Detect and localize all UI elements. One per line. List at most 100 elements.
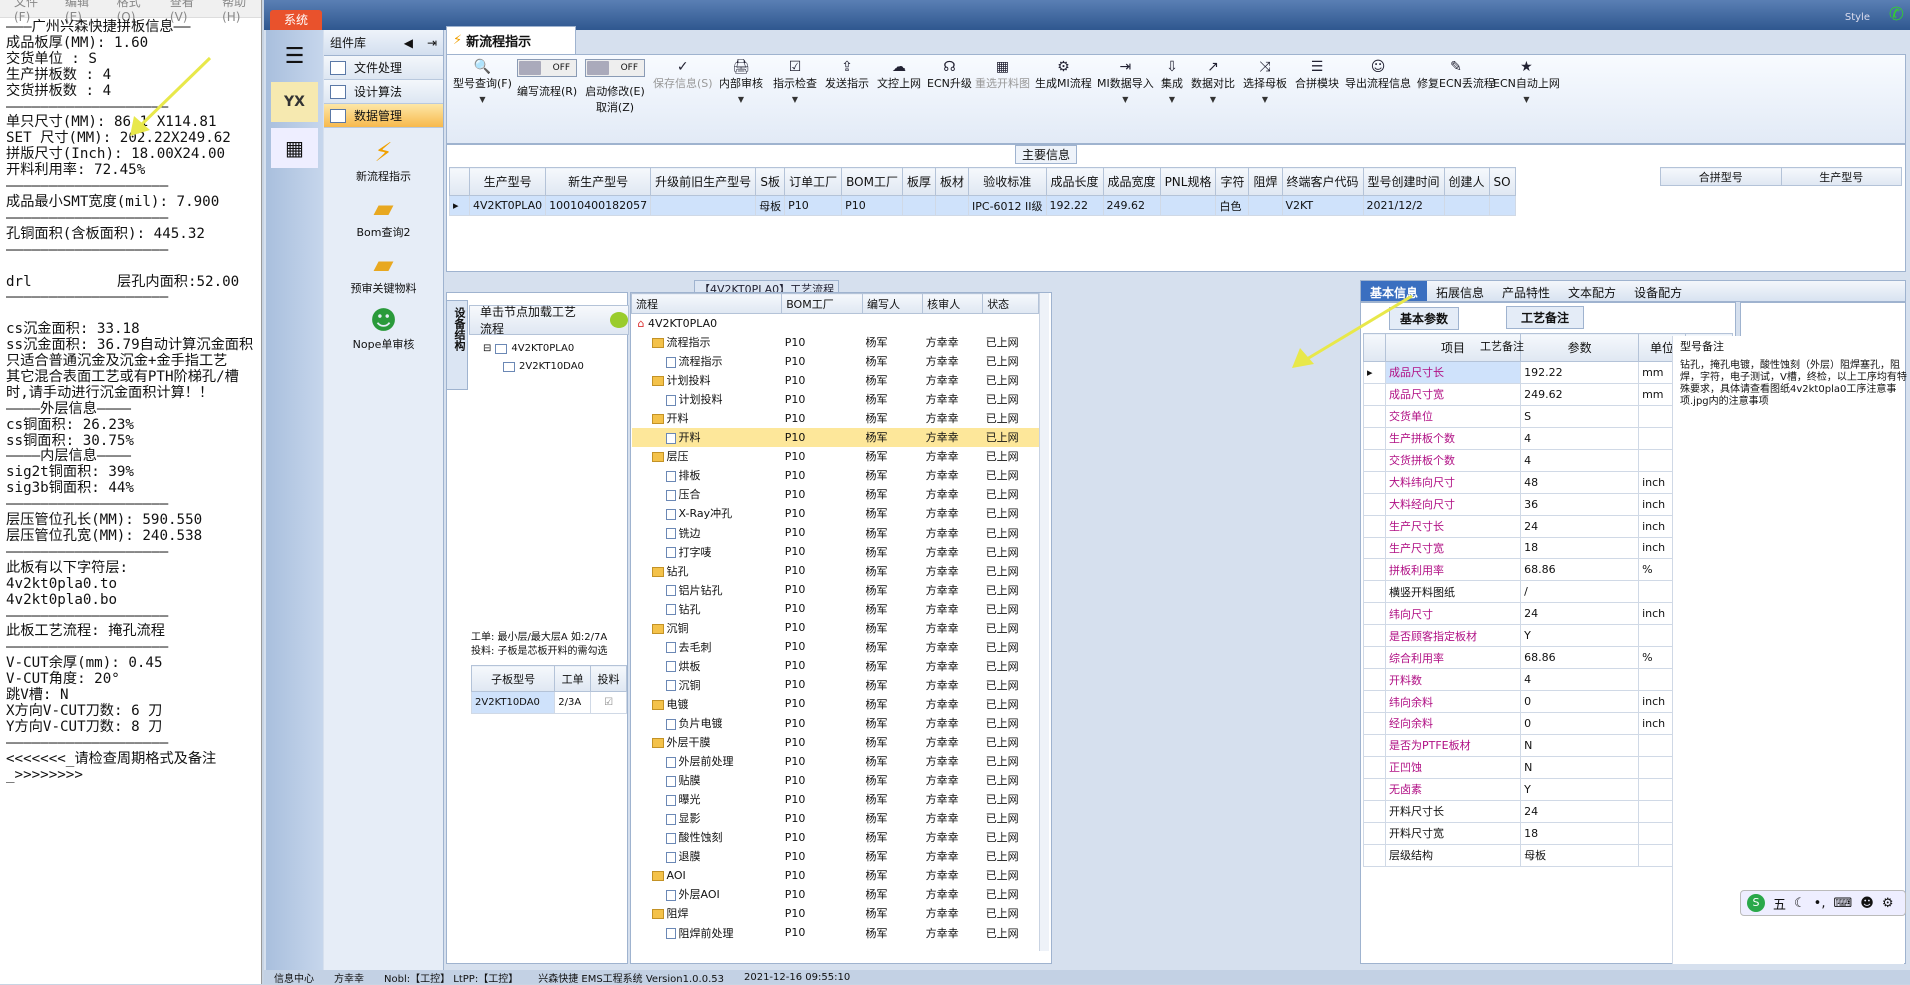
toggle-switch[interactable]: OFF — [517, 59, 578, 77]
col-header[interactable]: 创建人 — [1443, 167, 1490, 196]
menu-help[interactable]: 帮助(H) — [222, 0, 261, 24]
status-info-center[interactable]: 信息中心 — [274, 970, 314, 985]
detail-tab-1[interactable]: 拓展信息 — [1427, 281, 1493, 301]
cell[interactable]: 24 — [1520, 602, 1640, 626]
ribbon-button-14[interactable]: ☺ 导出流程信息 — [1345, 59, 1411, 91]
flow-row[interactable]: 显影 P10 杨军 方幸幸 已上网 — [632, 809, 1039, 828]
col-header[interactable]: 参数 — [1520, 333, 1640, 362]
cell[interactable]: 18 — [1520, 821, 1640, 845]
user-icon[interactable]: ☻ — [1860, 896, 1874, 911]
prod-col-header[interactable]: 生产型号 — [1780, 167, 1902, 186]
flow-row[interactable]: 流程指示 P10 杨军 方幸幸 已上网 — [632, 352, 1039, 371]
cell[interactable]: 0 — [1520, 712, 1640, 735]
col-header[interactable]: 成品宽度 — [1102, 167, 1161, 196]
ribbon-button-15[interactable]: ✎ 修复ECN丢流程 — [1417, 59, 1495, 91]
toggle-switch[interactable]: OFF — [585, 59, 645, 77]
pin-icon[interactable]: ⇥ — [427, 36, 437, 50]
col-header[interactable]: PNL规格 — [1159, 167, 1217, 196]
chat-icon[interactable] — [609, 312, 628, 328]
feed-checkbox[interactable]: ☑ — [590, 691, 627, 714]
detail-tab-2[interactable]: 产品特性 — [1493, 281, 1559, 301]
dropdown-icon[interactable]: ▼ — [1161, 95, 1183, 104]
tab-new-flow[interactable]: ⚡ 新流程指示 — [446, 26, 576, 54]
dropdown-icon[interactable]: ▼ — [1097, 95, 1154, 104]
flow-row[interactable]: 开料 P10 杨军 方幸幸 已上网 — [631, 427, 1039, 447]
phone-icon[interactable]: ✆ — [1889, 4, 1904, 25]
ribbon-button-16[interactable]: ★ ECN自动上网 ▼ — [1493, 59, 1560, 104]
ribbon-button-9[interactable]: ⇥ MI数据导入 ▼ — [1097, 59, 1154, 104]
flow-row[interactable]: 退膜 P10 杨军 方幸幸 已上网 — [632, 847, 1039, 866]
dropdown-icon[interactable]: ▼ — [1243, 95, 1287, 104]
notepad-text[interactable]: ———广州兴森快捷拼板信息—— 成品板厚(MM): 1.60 交货单位 : S … — [0, 18, 261, 978]
flow-row[interactable]: 外层干膜 P10 杨军 方幸幸 已上网 — [632, 733, 1039, 752]
flow-row[interactable]: 流程指示 P10 杨军 方幸幸 已上网 — [632, 333, 1039, 352]
col-header[interactable]: 板厚 — [901, 167, 937, 196]
col-header[interactable]: 核审人 — [922, 293, 984, 314]
cell[interactable]: N — [1520, 755, 1640, 779]
flow-row[interactable]: 曝光 P10 杨军 方幸幸 已上网 — [632, 790, 1039, 809]
cell[interactable]: 18 — [1520, 536, 1640, 560]
cell[interactable]: / — [1520, 580, 1640, 604]
flow-row[interactable]: 沉铜 P10 杨军 方幸幸 已上网 — [632, 675, 1039, 694]
cancel-label[interactable]: 取消(Z) — [585, 99, 645, 115]
prereview-button[interactable]: ▰ 预审关键物料 — [324, 250, 443, 296]
vertical-tab-structure[interactable]: 设备结构 — [446, 300, 468, 390]
calculator-icon[interactable]: ▦ — [271, 128, 318, 168]
expand-icon[interactable]: ⊟ — [483, 343, 491, 354]
flow-row[interactable]: 烘板 P10 杨军 方幸幸 已上网 — [632, 656, 1039, 675]
moon-icon[interactable]: ☾ — [1794, 896, 1806, 911]
flow-row[interactable]: 铝片钻孔 P10 杨军 方幸幸 已上网 — [632, 580, 1039, 599]
col-header[interactable]: 子板型号 — [470, 665, 556, 692]
col-header[interactable]: S板 — [755, 167, 786, 196]
ribbon-button-5[interactable]: ☁ 文控上网 — [877, 59, 921, 91]
edit-toggle[interactable]: OFF 启动修改(E) 取消(Z) — [585, 59, 645, 115]
col-header[interactable]: 终端客户代码 — [1281, 167, 1364, 196]
col-header[interactable]: BOM工厂 — [781, 293, 864, 314]
yx-logo-icon[interactable]: YX — [271, 82, 318, 122]
new-flow-button[interactable]: ⚡ 新流程指示 — [324, 138, 443, 184]
detail-tab-4[interactable]: 设备配方 — [1625, 281, 1691, 301]
col-header[interactable]: 工单 — [554, 665, 592, 692]
col-header[interactable]: 编写人 — [862, 293, 924, 314]
col-header[interactable]: 投料 — [590, 665, 627, 692]
ribbon-button-8[interactable]: ⚙ 生成MI流程 — [1035, 59, 1092, 91]
ribbon-button-11[interactable]: ↗ 数据对比 ▼ — [1191, 59, 1235, 104]
flow-row[interactable]: 贴膜 P10 杨军 方幸幸 已上网 — [632, 771, 1039, 790]
nope-review-button[interactable]: ☻ Nope单审核 — [324, 306, 443, 352]
flow-row[interactable]: 电镀 P10 杨军 方幸幸 已上网 — [632, 694, 1039, 713]
cell[interactable]: Y — [1520, 624, 1640, 648]
cell[interactable]: Y — [1520, 777, 1640, 801]
col-header[interactable]: 订单工厂 — [784, 167, 843, 196]
bom-query-button[interactable]: ▰ Bom查询2 — [324, 194, 443, 240]
flow-row[interactable]: 钻孔 P10 杨军 方幸幸 已上网 — [632, 599, 1039, 618]
flow-row[interactable]: 压合 P10 杨军 方幸幸 已上网 — [632, 485, 1039, 504]
ribbon-button-0[interactable]: 🔍 型号查询(F) ▼ — [453, 59, 512, 104]
comp-item-file[interactable]: 文件处理 — [324, 56, 443, 80]
flow-row[interactable]: 阻焊 P10 杨军 方幸幸 已上网 — [632, 904, 1039, 923]
flow-row[interactable]: 酸性蚀刻 P10 杨军 方幸幸 已上网 — [632, 828, 1039, 847]
menu-icon[interactable]: ☰ — [271, 36, 318, 76]
punct-icon[interactable]: •, — [1814, 896, 1826, 911]
tree-node-child[interactable]: 2V2KT10DA0 — [503, 361, 584, 372]
ribbon-button-6[interactable]: ☊ ECN升级 — [927, 59, 972, 91]
flow-row[interactable]: X-Ray冲孔 P10 杨军 方幸幸 已上网 — [632, 504, 1039, 523]
cell[interactable]: 68.86 — [1520, 646, 1640, 670]
ime-toolbar[interactable]: S 五 ☾ •, ⌨ ☻ ⚙ — [1740, 890, 1906, 916]
ribbon-button-2[interactable]: 🖨 内部审核 ▼ — [719, 59, 763, 104]
cell[interactable]: 48 — [1520, 470, 1640, 494]
dropdown-icon[interactable]: ▼ — [1191, 95, 1235, 104]
collapse-icon[interactable]: ◀ — [404, 36, 413, 50]
cell[interactable]: 4 — [1520, 448, 1640, 472]
cell[interactable]: 36 — [1520, 492, 1640, 516]
flow-row[interactable]: 计划投料 P10 杨军 方幸幸 已上网 — [632, 371, 1039, 390]
cell[interactable]: 68.86 — [1520, 558, 1640, 582]
col-header[interactable]: 升级前旧生产型号 — [650, 167, 757, 196]
col-header[interactable]: 阻焊 — [1248, 167, 1283, 196]
col-header[interactable]: 验收标准 — [968, 167, 1047, 196]
col-header[interactable]: 字符 — [1215, 167, 1250, 196]
tree-node-root[interactable]: ⊟ 4V2KT0PLA0 — [483, 343, 574, 354]
flow-row[interactable]: 沉铜 P10 杨军 方幸幸 已上网 — [632, 618, 1039, 637]
keyboard-icon[interactable]: ⌨ — [1833, 896, 1852, 911]
process-remarks-tab[interactable]: 工艺备注 — [1506, 306, 1585, 329]
flow-row[interactable]: 阻焊前处理 P10 杨军 方幸幸 已上网 — [632, 923, 1039, 942]
